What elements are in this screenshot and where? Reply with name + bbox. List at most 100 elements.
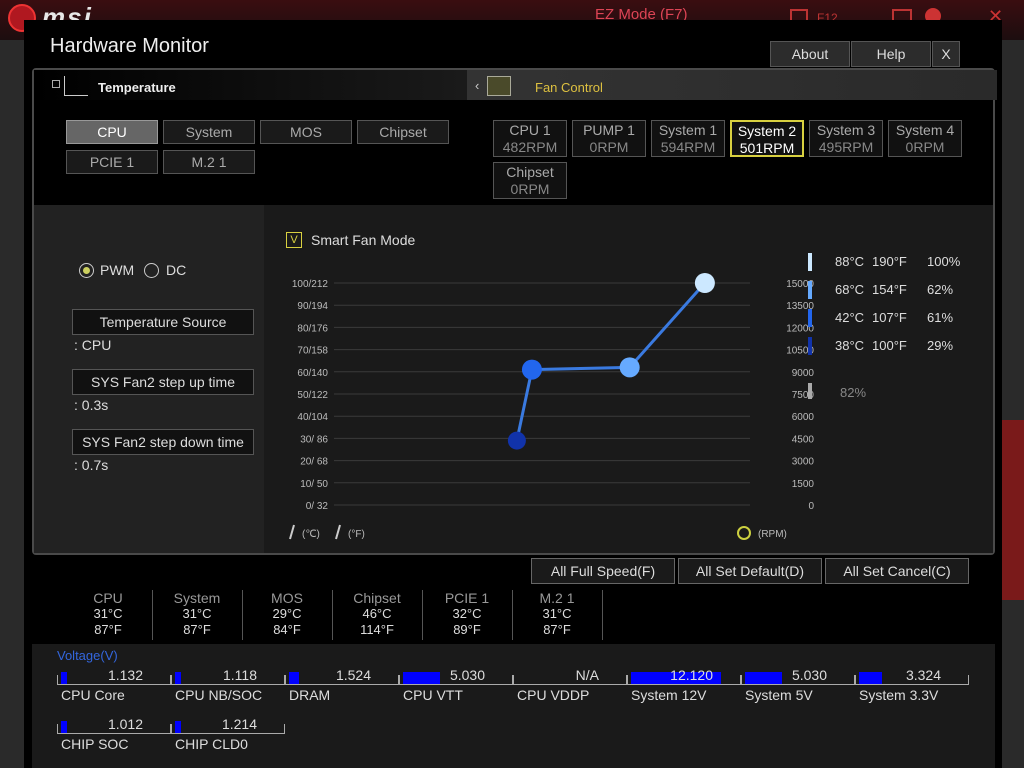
voltage-panel: Voltage(V) 1.132 CPU Core 1.118 CPU NB/SOC 1…: [32, 644, 995, 768]
curve-point[interactable]: [521, 359, 542, 380]
step-down-time-value: : 0.7s: [74, 457, 109, 473]
left-axis-tick: 90/194: [297, 301, 328, 312]
voltage-track: [513, 675, 627, 685]
fan-settings-area: PWM DC Temperature Source : CPU SYS Fan2…: [34, 205, 993, 553]
smart-fan-checkbox[interactable]: V: [286, 232, 302, 248]
thermometer-icon: [335, 524, 341, 540]
temp-source-system[interactable]: System: [163, 120, 255, 144]
dc-radio[interactable]: [144, 263, 159, 278]
right-axis-tick: 0: [808, 501, 814, 512]
fan-options-column: PWM DC Temperature Source : CPU SYS Fan2…: [34, 205, 264, 553]
voltage-value: 1.012: [107, 716, 143, 732]
voltage-item: 5.030 System 5V: [741, 666, 855, 704]
voltage-title: Voltage(V): [57, 648, 118, 663]
right-axis-tick: 6000: [792, 412, 815, 423]
voltage-item: 5.030 CPU VTT: [399, 666, 513, 704]
close-button[interactable]: X: [932, 41, 960, 67]
temp-source-mos[interactable]: MOS: [260, 120, 352, 144]
legend-value: 68°C: [835, 282, 865, 297]
thermometer-icon: [289, 524, 295, 540]
monitor-panel: Temperature ‹ › Fan Control CPU System M…: [32, 68, 997, 555]
about-button[interactable]: About: [770, 41, 850, 67]
fan-system2[interactable]: System 2 501RPM: [730, 120, 804, 157]
summary-mos: MOS 29°C 84°F: [271, 590, 303, 637]
voltage-value: N/A: [575, 667, 599, 683]
celsius-unit-label: (℃): [302, 529, 320, 540]
voltage-value: 3.324: [905, 667, 941, 683]
legend-value: 29%: [927, 338, 954, 353]
legend-color-bar: [808, 337, 812, 355]
curve-point[interactable]: [507, 431, 526, 450]
voltage-bar: [403, 672, 440, 684]
fan-control-header: ‹ › Fan Control: [467, 70, 997, 100]
summary-divider: [602, 590, 603, 640]
step-up-time-button[interactable]: SYS Fan2 step up time: [72, 369, 254, 395]
collapse-icon[interactable]: [52, 80, 60, 88]
summary-m2-1: M.2 1 31°C 87°F: [539, 590, 575, 637]
voltage-value: 1.214: [221, 716, 257, 732]
temp-source-pcie1[interactable]: PCIE 1: [66, 150, 158, 174]
temp-source-chipset[interactable]: Chipset: [357, 120, 449, 144]
summary-chipset: Chipset 46°C 114°F: [353, 590, 401, 637]
current-speed-bar: [808, 383, 812, 399]
voltage-label: CPU VTT: [403, 687, 463, 703]
voltage-value: 1.524: [335, 667, 371, 683]
legend-value: 154°F: [872, 282, 907, 297]
pwm-label: PWM: [100, 262, 135, 278]
current-speed-percent: 82%: [840, 385, 867, 400]
pwm-radio[interactable]: [79, 263, 94, 278]
voltage-bar: [175, 672, 181, 684]
legend-value: 190°F: [872, 254, 907, 269]
voltage-label: CHIP CLD0: [175, 736, 248, 752]
voltage-label: System 5V: [745, 687, 813, 703]
fan-system3[interactable]: System 3 495RPM: [809, 120, 883, 157]
voltage-bar: [175, 721, 181, 733]
voltage-bar: [61, 672, 67, 684]
legend-value: 100%: [927, 254, 961, 269]
voltage-item: 12.120 System 12V: [627, 666, 741, 704]
all-set-cancel-button[interactable]: All Set Cancel(C): [825, 558, 969, 584]
voltage-item: 1.118 CPU NB/SOC: [171, 666, 285, 704]
legend-value: 62%: [927, 282, 954, 297]
fan-cpu1[interactable]: CPU 1 482RPM: [493, 120, 567, 157]
legend-value: 100°F: [872, 338, 907, 353]
legend-value: 107°F: [872, 310, 907, 325]
all-full-speed-button[interactable]: All Full Speed(F): [531, 558, 675, 584]
voltage-label: CPU VDDP: [517, 687, 590, 703]
voltage-item: N/A CPU VDDP: [513, 666, 627, 704]
fan-system1[interactable]: System 1 594RPM: [651, 120, 725, 157]
legend-value: 61%: [927, 310, 954, 325]
fan-pump1[interactable]: PUMP 1 0RPM: [572, 120, 646, 157]
temperature-source-button[interactable]: Temperature Source: [72, 309, 254, 335]
temp-source-cpu[interactable]: CPU: [66, 120, 158, 144]
curve-point[interactable]: [619, 357, 640, 378]
background-left: [0, 40, 26, 768]
step-down-time-button[interactable]: SYS Fan2 step down time: [72, 429, 254, 455]
voltage-value: 1.132: [107, 667, 143, 683]
left-axis-tick: 80/176: [297, 323, 328, 334]
background-right: [1000, 40, 1024, 768]
dc-label: DC: [166, 262, 187, 278]
fan-chipset[interactable]: Chipset 0RPM: [493, 162, 567, 199]
fan-system4[interactable]: System 4 0RPM: [888, 120, 962, 157]
temperature-graph-icon: [64, 76, 88, 96]
fahrenheit-unit-label: (°F): [348, 529, 365, 540]
voltage-bar: [859, 672, 882, 684]
voltage-label: System 12V: [631, 687, 707, 703]
voltage-label: DRAM: [289, 687, 331, 703]
voltage-item: 1.132 CPU Core: [57, 666, 171, 704]
left-axis-tick: 100/212: [292, 279, 329, 290]
all-set-default-button[interactable]: All Set Default(D): [678, 558, 822, 584]
curve-point[interactable]: [694, 273, 715, 293]
left-axis-tick: 10/ 50: [300, 479, 328, 490]
legend-color-bar: [808, 253, 812, 271]
left-axis-tick: 40/104: [297, 412, 328, 423]
legend-color-bar: [808, 309, 812, 327]
left-axis-tick: 70/158: [297, 346, 328, 357]
fan-curve-chart[interactable]: 100/212 90/194 80/176 70/158 60/140 50/122 40/…: [274, 255, 834, 545]
smart-fan-label: Smart Fan Mode: [311, 232, 416, 248]
fan-icon: [737, 526, 751, 540]
temp-source-m2-1[interactable]: M.2 1: [163, 150, 255, 174]
left-axis-tick: 0/ 32: [306, 501, 329, 512]
help-button[interactable]: Help: [851, 41, 931, 67]
